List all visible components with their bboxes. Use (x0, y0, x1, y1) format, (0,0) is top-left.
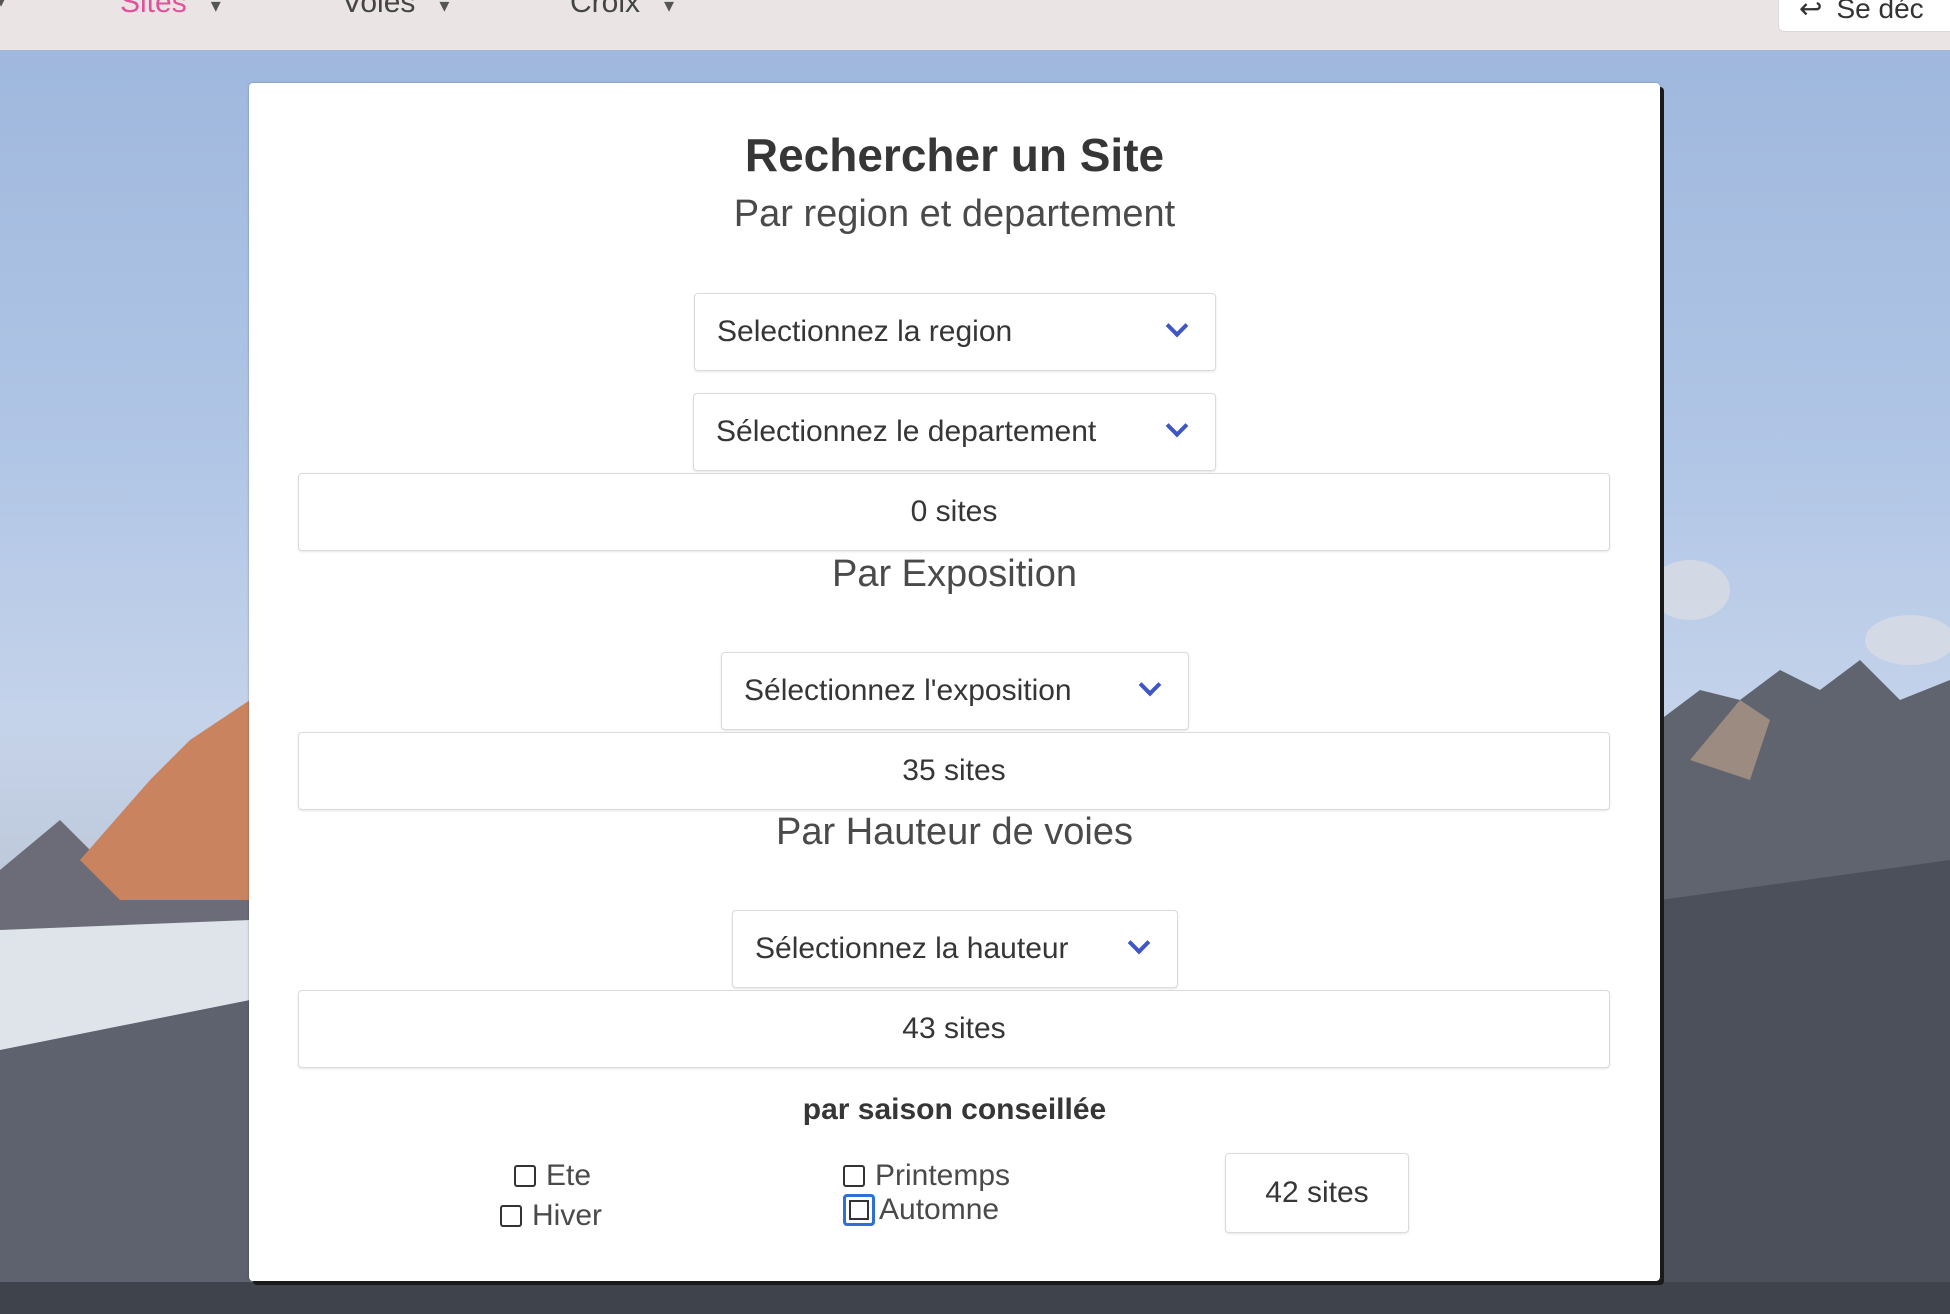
checkbox-label: Printemps (875, 1159, 1011, 1192)
exposition-select-value: Sélectionnez l'exposition (744, 674, 1072, 707)
region-section-subtitle: Par region et departement (733, 193, 1176, 235)
hauteur-select[interactable]: Sélectionnez la hauteur (732, 910, 1178, 988)
logout-label: Se déc (1836, 0, 1924, 24)
logout-button[interactable]: ↩ Se déc (1778, 0, 1950, 32)
checkbox-box[interactable] (843, 1165, 865, 1187)
nav-item-sites[interactable]: Sites ▾ (120, 0, 221, 20)
nav-item-voies[interactable]: Voies ▾ (342, 0, 449, 20)
saison-count-button[interactable]: 42 sites (1225, 1153, 1409, 1233)
logout-icon: ↩ (1799, 0, 1823, 24)
checkbox-automne[interactable]: Automne (843, 1193, 999, 1227)
exposition-count-label: 35 sites (902, 754, 1006, 787)
checkbox-printemps[interactable]: Printemps (843, 1159, 1010, 1193)
checkbox-ete[interactable]: Ete (514, 1159, 591, 1193)
exposition-select[interactable]: Sélectionnez l'exposition (721, 652, 1189, 730)
chevron-down-icon[interactable]: ▾ (0, 0, 6, 13)
checkbox-label: Hiver (532, 1199, 603, 1232)
checkbox-label: Automne (879, 1193, 1000, 1226)
hauteur-section-subtitle: Par Hauteur de voies (776, 811, 1133, 853)
checkbox-box[interactable] (500, 1205, 522, 1227)
departement-select[interactable]: Sélectionnez le departement (693, 393, 1216, 471)
chevron-down-icon: ▾ (664, 0, 675, 17)
chevron-down-icon: ▾ (439, 0, 450, 17)
checkbox-box[interactable] (514, 1165, 536, 1187)
saison-count-label: 42 sites (1265, 1176, 1369, 1209)
chevron-down-icon: ▾ (210, 0, 221, 17)
checkbox-hiver[interactable]: Hiver (500, 1199, 602, 1233)
chevron-down-icon (1138, 673, 1162, 697)
chevron-down-icon (1127, 931, 1151, 955)
region-select[interactable]: Selectionnez la region (694, 293, 1216, 371)
region-count-label: 0 sites (910, 495, 998, 528)
saison-section-label: par saison conseillée (802, 1093, 1107, 1126)
region-count-button[interactable]: 0 sites (298, 473, 1610, 551)
exposition-section-subtitle: Par Exposition (831, 553, 1077, 595)
nav-item-label: Croix (570, 0, 641, 19)
checkbox-label: Ete (546, 1159, 592, 1192)
chevron-down-icon (1165, 414, 1189, 438)
exposition-count-button[interactable]: 35 sites (298, 732, 1610, 810)
chevron-down-icon (1165, 314, 1189, 338)
nav-item-croix[interactable]: Croix ▾ (570, 0, 674, 20)
page-title: Rechercher un Site (744, 129, 1165, 181)
checkbox-box[interactable] (843, 1194, 875, 1226)
departement-select-value: Sélectionnez le departement (716, 415, 1097, 448)
hauteur-count-label: 43 sites (902, 1012, 1006, 1045)
hauteur-count-button[interactable]: 43 sites (298, 990, 1610, 1068)
nav-item-label: Voies (342, 0, 416, 19)
region-select-value: Selectionnez la region (717, 315, 1013, 348)
nav-item-label: Sites (120, 0, 187, 19)
top-navbar: ▾ Sites ▾ Voies ▾ Croix ▾ ↩ Se déc (0, 0, 1950, 50)
search-card: Rechercher un Site Par region et departe… (249, 83, 1660, 1281)
hauteur-select-value: Sélectionnez la hauteur (755, 932, 1069, 965)
